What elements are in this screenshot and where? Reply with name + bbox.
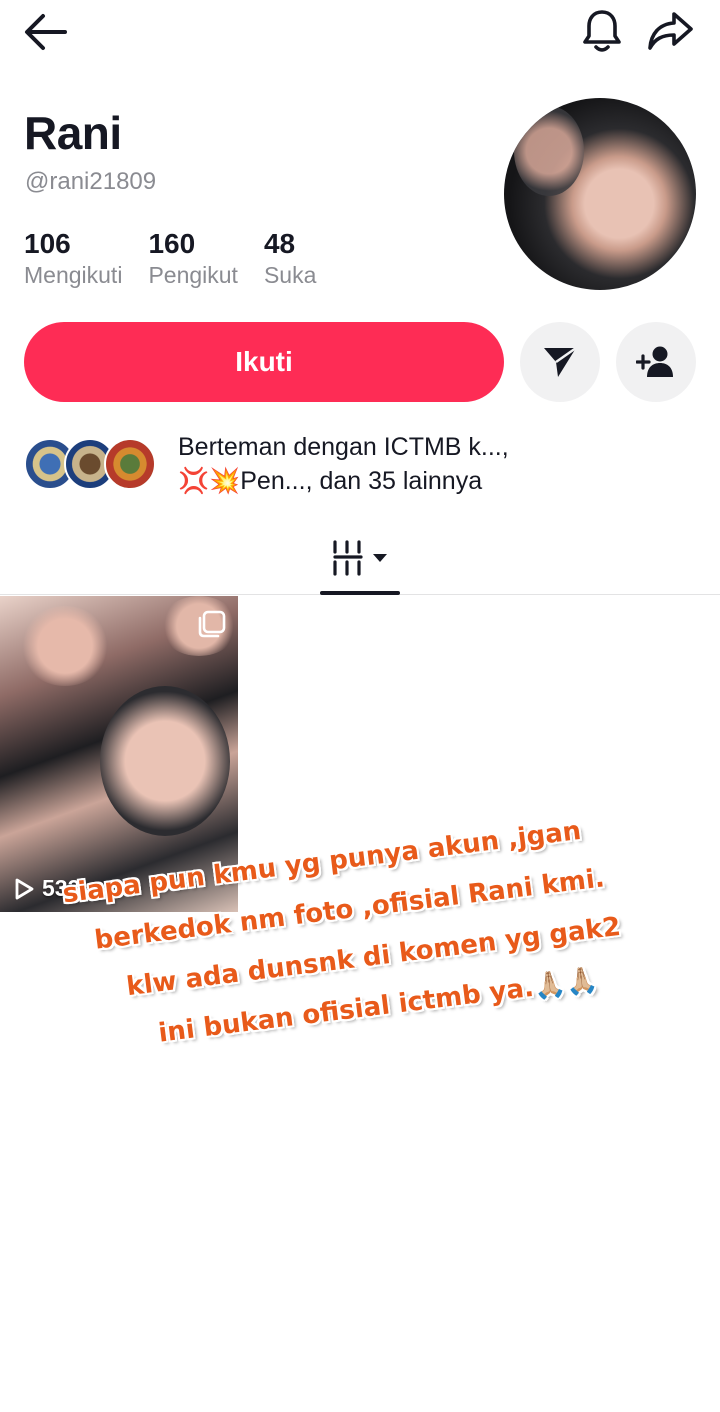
content-tab-bar <box>0 520 720 595</box>
profile-handle: @rani21809 <box>25 168 157 195</box>
bell-icon <box>583 10 621 52</box>
tab-videos-grid[interactable] <box>320 520 400 595</box>
stat-following-count: 106 <box>24 228 71 259</box>
notification-button[interactable] <box>576 4 628 58</box>
mutual-line-1: Berteman dengan ICTMB k..., <box>178 433 509 461</box>
dropdown-caret-icon <box>373 553 387 562</box>
back-button[interactable] <box>18 6 72 58</box>
profile-name: Rani <box>24 107 122 159</box>
share-button[interactable] <box>642 4 698 58</box>
add-friend-icon <box>636 346 673 377</box>
mutual-friends[interactable]: Berteman dengan ICTMB k..., 💢💥Pen..., da… <box>24 430 704 500</box>
play-icon <box>15 878 34 899</box>
send-icon <box>544 346 577 377</box>
multi-photo-icon <box>198 610 226 638</box>
stat-following[interactable]: 106 Mengikuti <box>24 228 122 290</box>
stat-followers-label: Pengikut <box>148 262 238 288</box>
mutual-avatar <box>104 438 156 490</box>
stat-followers-count: 160 <box>148 228 196 259</box>
add-friend-button[interactable] <box>616 322 696 402</box>
share-icon <box>648 12 693 50</box>
top-bar <box>0 0 720 64</box>
thumbnail-photo-detail <box>100 686 230 836</box>
mutual-friends-text: Berteman dengan ICTMB k..., 💢💥Pen..., da… <box>178 430 509 498</box>
stat-likes-label: Suka <box>263 262 317 288</box>
avatar-photo-detail <box>514 106 584 196</box>
thumbnail-photo-detail <box>20 606 110 686</box>
grid-icon <box>333 539 363 576</box>
follow-button[interactable]: Ikuti <box>24 322 504 402</box>
profile-stats: 106 Mengikuti 160 Pengikut 48 Suka <box>24 228 316 290</box>
active-tab-indicator <box>320 591 400 595</box>
stat-likes-count: 48 <box>263 228 296 259</box>
profile-avatar[interactable] <box>504 98 696 290</box>
stat-following-label: Mengikuti <box>24 262 123 288</box>
back-arrow-icon <box>25 14 67 50</box>
stat-likes[interactable]: 48 Suka <box>264 228 316 290</box>
mutual-line-2: 💢💥Pen..., dan 35 lainnya <box>178 467 483 495</box>
message-button[interactable] <box>520 322 600 402</box>
stat-followers[interactable]: 160 Pengikut <box>148 228 238 290</box>
